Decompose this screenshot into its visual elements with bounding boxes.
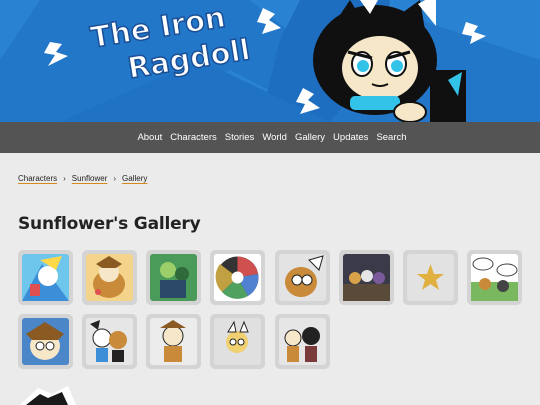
gallery-thumbnail[interactable] bbox=[210, 314, 265, 369]
gallery-thumbnail[interactable] bbox=[210, 250, 265, 305]
footer-mascot-art bbox=[20, 386, 76, 405]
nav-item-search[interactable]: Search bbox=[376, 122, 406, 153]
character-wheel-art-icon bbox=[214, 254, 261, 301]
nav-item-world[interactable]: World bbox=[262, 122, 287, 153]
green-group-art-icon bbox=[150, 254, 197, 301]
banner-background bbox=[0, 0, 540, 122]
gallery-thumbnail[interactable] bbox=[339, 250, 394, 305]
breadcrumb-sunflower[interactable]: Sunflower bbox=[72, 174, 108, 183]
nav-item-stories[interactable]: Stories bbox=[225, 122, 255, 153]
group-scene-art-icon bbox=[343, 254, 390, 301]
star-art-icon bbox=[407, 254, 454, 301]
nav-item-characters[interactable]: Characters bbox=[170, 122, 216, 153]
chevron-right-icon: › bbox=[113, 174, 117, 183]
gallery-thumbnail[interactable] bbox=[82, 250, 137, 305]
nav-item-updates[interactable]: Updates bbox=[333, 122, 368, 153]
breadcrumb-gallery[interactable]: Gallery bbox=[122, 174, 147, 183]
gallery-thumbnail[interactable] bbox=[146, 250, 201, 305]
sunflower-chibi-art-icon bbox=[214, 318, 261, 365]
chevron-right-icon: › bbox=[63, 174, 66, 183]
sunflower-portrait-art-icon bbox=[22, 318, 69, 365]
page-title: Sunflower's Gallery bbox=[18, 214, 201, 234]
two-characters-art-icon bbox=[86, 318, 133, 365]
gallery-thumbnail[interactable] bbox=[275, 314, 330, 369]
breadcrumb: Characters › Sunflower › Gallery bbox=[18, 174, 147, 183]
sunflower-peeking-art-icon bbox=[279, 254, 326, 301]
comic-panel-art-icon bbox=[471, 254, 518, 301]
gallery-thumbnail[interactable] bbox=[275, 250, 330, 305]
sunflower-pose-art-icon bbox=[150, 318, 197, 365]
site-banner: The Iron Ragdoll bbox=[0, 0, 540, 122]
gallery-thumbnail[interactable] bbox=[82, 314, 137, 369]
sunflower-plush-art-icon bbox=[86, 254, 133, 301]
gallery-thumbnail[interactable] bbox=[403, 250, 458, 305]
breadcrumb-characters[interactable]: Characters bbox=[18, 174, 57, 183]
nav-item-gallery[interactable]: Gallery bbox=[295, 122, 325, 153]
gallery-thumbnail[interactable] bbox=[18, 250, 73, 305]
gallery-thumbnail[interactable] bbox=[467, 250, 522, 305]
gallery-thumbnail[interactable] bbox=[146, 314, 201, 369]
blue-character-art-icon bbox=[22, 254, 69, 301]
duo-characters-art-icon bbox=[279, 318, 326, 365]
gallery-thumbnail[interactable] bbox=[18, 314, 73, 369]
nav-item-about[interactable]: About bbox=[137, 122, 162, 153]
main-nav: About Characters Stories World Gallery U… bbox=[0, 122, 540, 153]
